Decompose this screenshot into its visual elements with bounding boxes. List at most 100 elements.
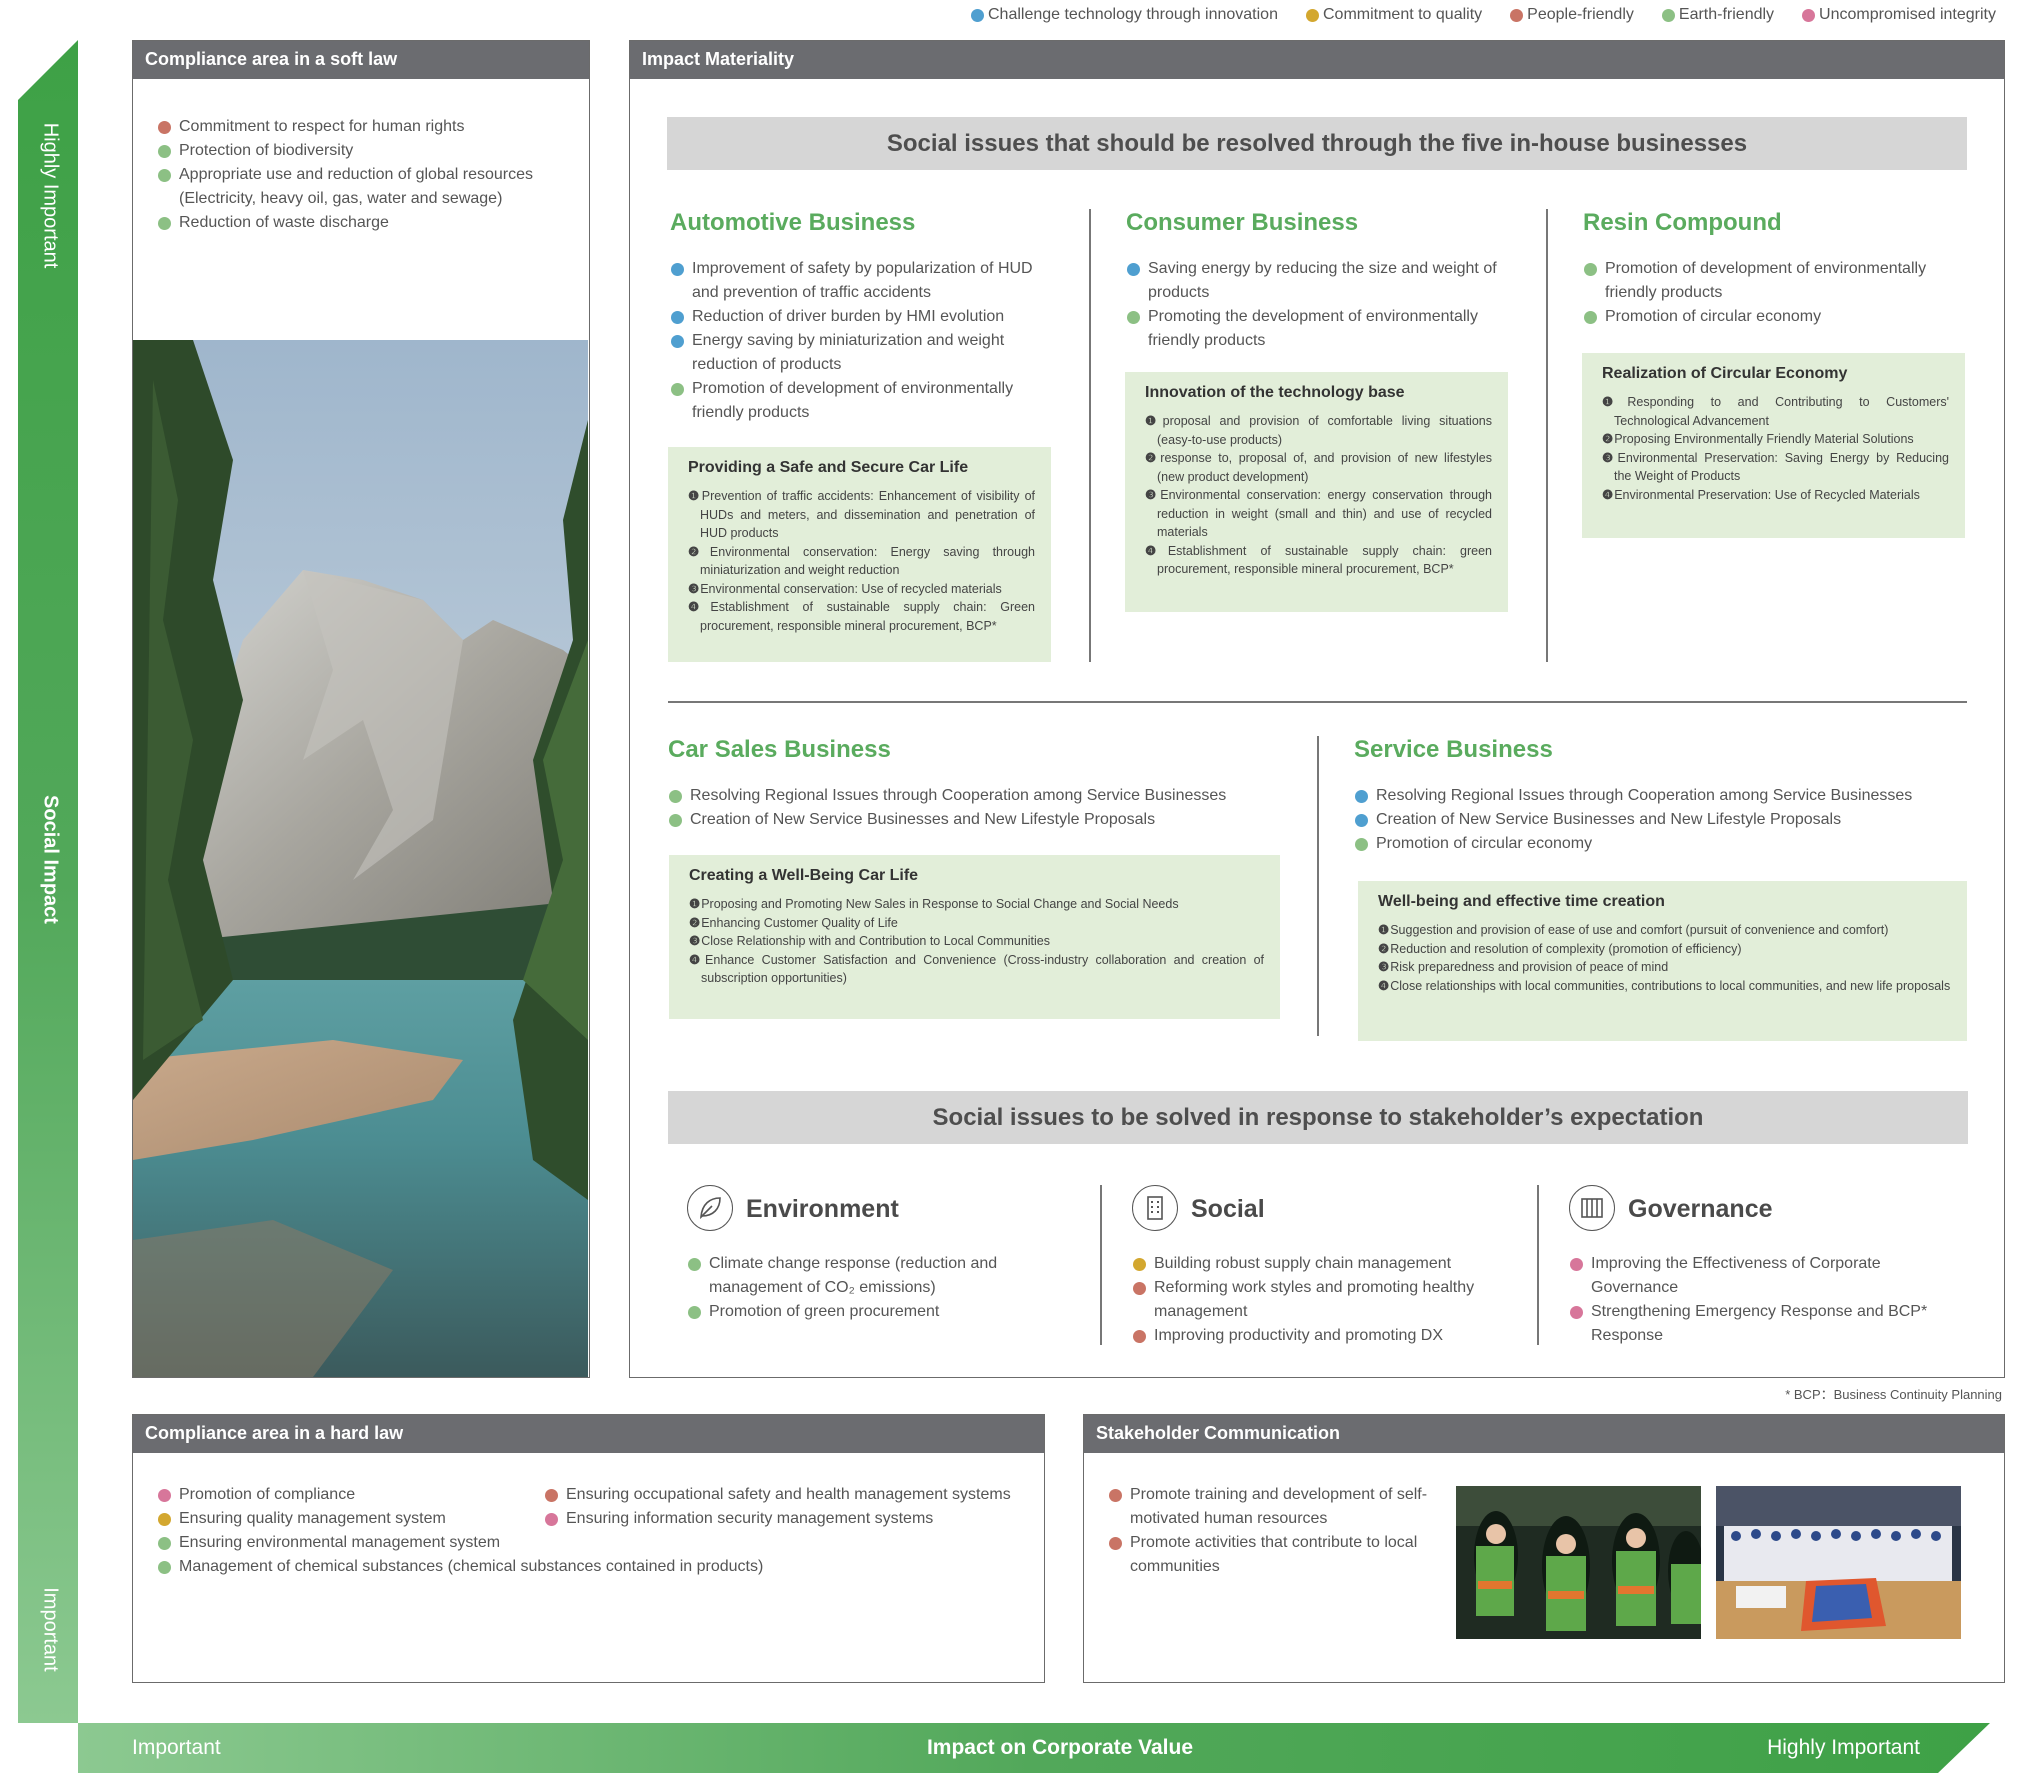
social-list: Building robust supply chain management … [1132,1252,1492,1348]
consumer-list: Saving energy by reducing the size and w… [1126,257,1506,353]
list-item: Creation of New Service Businesses and N… [1354,808,1964,832]
bullet-dot-icon [545,1489,558,1502]
list-item: Energy saving by miniaturization and wei… [670,329,1035,377]
list-item: Promoting the development of environment… [1126,305,1506,353]
list-item: Reduction of waste discharge [157,211,562,235]
bullet-dot-icon [1570,1258,1583,1271]
stakeholder-expectation-band: Social issues to be solved in response t… [668,1091,1968,1144]
bullet-dot-icon [688,1258,701,1271]
list-item: Creation of New Service Businesses and N… [668,808,1288,832]
list-item: Promotion of development of environmenta… [1583,257,1958,305]
bullet-dot-icon [1109,1537,1122,1550]
automotive-title: Automotive Business [670,209,916,236]
bullet-dot-icon [158,217,171,230]
list-item: Promote training and development of self… [1108,1483,1428,1531]
focus-item: ❸Close Relationship with and Contributio… [689,934,1051,948]
list-item: Protection of biodiversity [157,139,562,163]
focus-item: ❸Environmental conservation: energy cons… [1145,488,1492,539]
car-sales-title: Car Sales Business [668,736,891,763]
bullet-dot-icon [671,335,684,348]
legend-label: Commitment to quality [1322,6,1483,23]
mountain-lake-photo [133,340,588,1377]
list-item: Strengthening Emergency Response and BCP… [1569,1300,1939,1348]
bullet-dot-icon [1127,263,1140,276]
bullet-dot-icon [1584,311,1597,324]
legend-dot-icon [970,8,984,22]
focus-item: ❶Prevention of traffic accidents: Enhanc… [688,489,1035,540]
list-item: Reforming work styles and promoting heal… [1132,1276,1492,1324]
list-item: Reduction of driver burden by HMI evolut… [670,305,1035,329]
legend-label: Challenge technology through innovation [987,6,1278,23]
leaf-icon [687,1185,733,1231]
bullet-dot-icon [158,1513,171,1526]
list-item: Improving the Effectiveness of Corporate… [1569,1252,1939,1300]
list-item: Ensuring occupational safety and health … [544,1483,1024,1507]
service-title: Service Business [1354,736,1553,763]
focus-item: ❹Establishment of sustainable supply cha… [1145,543,1492,577]
bullet-dot-icon [158,1537,171,1550]
v-axis-top-label: Highly Important [39,122,62,269]
governance-icon [1569,1185,1615,1231]
environment-list: Climate change response (reduction and m… [687,1252,1077,1324]
footnote: * BCP：Business Continuity Planning [1785,1387,2002,1402]
list-item: Promote activities that contribute to lo… [1108,1531,1428,1579]
column-divider [1089,209,1091,662]
focus-box-title: Providing a Safe and Secure Car Life [688,459,969,476]
bullet-dot-icon [158,1561,171,1574]
list-item: Promotion of circular economy [1354,832,1964,856]
bullet-dot-icon [1355,814,1368,827]
list-item: Climate change response (reduction and m… [687,1252,1077,1300]
legend-dot-icon [1305,8,1319,22]
focus-item: ❸Risk preparedness and provision of peac… [1378,960,1669,974]
resin-list: Promotion of development of environmenta… [1583,257,1958,329]
column-divider [1317,736,1319,1036]
list-item: Management of chemical substances (chemi… [157,1555,807,1579]
bullet-dot-icon [158,121,171,134]
bullet-dot-icon [1133,1330,1146,1343]
resin-focus-box: Realization of Circular Economy ❶Respond… [1582,353,1965,538]
bullet-dot-icon [1127,311,1140,324]
hard-law-list-2: Ensuring occupational safety and health … [544,1483,1024,1531]
legend: Challenge technology through innovation … [970,6,1996,24]
focus-box-title: Well-being and effective time creation [1378,893,1665,910]
list-item: Appropriate use and reduction of global … [157,163,562,211]
legend-item: Uncompromised integrity [1802,6,1996,24]
panel-title: Impact Materiality [630,41,2004,79]
bullet-dot-icon [545,1513,558,1526]
legend-label: People-friendly [1527,6,1634,23]
resin-title: Resin Compound [1583,209,1782,236]
legend-item: Earth-friendly [1661,6,1775,24]
soft-law-panel: Compliance area in a soft law Commitment… [132,40,590,1378]
bullet-dot-icon [158,169,171,182]
list-item: Ensuring information security management… [544,1507,1024,1531]
bullet-dot-icon [688,1306,701,1319]
h-axis-left-label: Important [132,1736,221,1759]
focus-box-title: Realization of Circular Economy [1602,365,1848,382]
focus-item: ❷Proposing Environmentally Friendly Mate… [1602,432,1914,446]
list-item: Resolving Regional Issues through Cooper… [1354,784,1964,808]
list-item: Promotion of circular economy [1583,305,1958,329]
consumer-title: Consumer Business [1126,209,1359,236]
list-item: Improving productivity and promoting DX [1132,1324,1492,1348]
focus-item: ❶Responding to and Contributing to Custo… [1602,395,1949,428]
bullet-dot-icon [1109,1489,1122,1502]
focus-item: ❹Environmental Preservation: Use of Recy… [1602,487,1920,502]
bullet-dot-icon [1570,1306,1583,1319]
automotive-focus-box: Providing a Safe and Secure Car Life ❶Pr… [668,447,1051,662]
governance-list: Improving the Effectiveness of Corporate… [1569,1252,1939,1348]
panel-title: Compliance area in a hard law [133,1415,1044,1453]
bullet-dot-icon [1584,263,1597,276]
team-group-photo [1716,1486,1961,1639]
list-item: Saving energy by reducing the size and w… [1126,257,1506,305]
focus-box-title: Innovation of the technology base [1145,384,1405,401]
bullet-dot-icon [1133,1282,1146,1295]
legend-label: Earth-friendly [1678,6,1775,23]
legend-label: Uncompromised integrity [1819,6,1996,23]
bullet-dot-icon [1355,790,1368,803]
list-item: Improvement of safety by popularization … [670,257,1035,305]
row-divider [668,701,1967,703]
focus-item: ❹Close relationships with local communit… [1378,978,1951,993]
service-list: Resolving Regional Issues through Cooper… [1354,784,1964,856]
panel-title: Compliance area in a soft law [133,41,589,79]
list-item: Promotion of green procurement [687,1300,1077,1324]
